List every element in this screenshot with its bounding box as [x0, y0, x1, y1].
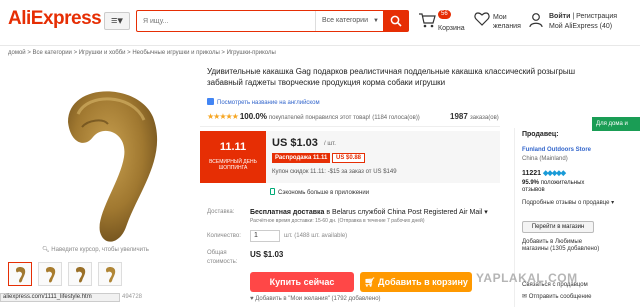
thumbnail-photo — [76, 267, 86, 283]
rating-stars-icon: ★★★★★ — [207, 112, 239, 121]
favorite-store-link[interactable]: Добавить в Любимые магазины (1305 добавл… — [522, 239, 608, 253]
delivery-estimate: Расчётное время доставки: 15-60 дн. (Отп… — [250, 218, 425, 224]
thumbnail-photo — [46, 267, 56, 283]
breadcrumb[interactable]: домой > Все категории > Игрушки и хобби … — [8, 50, 276, 56]
total-price: US $1.03 — [250, 250, 284, 259]
translate-label: Посмотреть название на английском — [217, 100, 320, 106]
phone-icon — [270, 188, 275, 195]
zoom-hint-text: Наведите курсор, чтобы увеличить — [51, 247, 149, 253]
add-to-cart-label: Добавить в корзину — [378, 277, 468, 287]
wishlist-label-2: желания — [493, 23, 521, 30]
chevron-down-icon: ▾ — [484, 209, 488, 216]
seller-score-value: 11221 — [522, 170, 542, 177]
magnifier-icon: 🔍︎ — [42, 247, 52, 253]
product-title: Удивительные какашка Gag подарков реалис… — [207, 67, 576, 87]
quantity-input[interactable]: 1 — [250, 230, 280, 242]
status-url-bar: aliexpress.com/1111_lifestyle.htm — [0, 293, 120, 302]
rating-row: ★★★★★ 100.0% покупателей понравился этот… — [207, 112, 420, 121]
cart-label: Корзина — [438, 25, 465, 32]
seller-name[interactable]: Funland Outdoors Store — [522, 147, 591, 153]
translate-link[interactable]: Посмотреть название на английском — [207, 98, 320, 106]
product-main-image[interactable] — [8, 62, 200, 252]
free-shipping-text: Бесплатная доставка — [250, 209, 325, 216]
promo-banner-title: 11.11 — [219, 141, 247, 153]
shipping-method[interactable]: Бесплатная доставка в Belarus службой Ch… — [250, 208, 488, 216]
thumbnail-photo — [106, 267, 116, 283]
aliexpress-logo[interactable]: AliExpress — [8, 8, 102, 30]
orders-number: 1987 — [450, 112, 468, 121]
seller-positive-pct: 95.9% — [522, 180, 540, 186]
chevron-down-icon: ▼ — [373, 18, 379, 24]
seller-positive: 95.9% положительных отзывов — [522, 180, 602, 194]
app-savings-label: Сэкономь больше в приложении — [278, 190, 370, 196]
search-icon — [390, 15, 402, 27]
seller-location: China (Mainland) — [522, 156, 568, 162]
product-price: US $1.03 — [272, 137, 318, 149]
seller-feedback-link[interactable]: Подробные отзывы о продавце ▾ — [522, 199, 614, 206]
thumbnail-2[interactable] — [38, 262, 62, 286]
send-message-link[interactable]: ✉ Отправить сообщение — [522, 293, 592, 300]
my-aliexpress-link[interactable]: Мой AliExpress (40) — [549, 23, 612, 30]
thumbnail-4[interactable] — [98, 262, 122, 286]
promo-banner[interactable]: 11.11 ВСЕМИРНЫЙ ДЕНЬ ШОППИНГА — [200, 131, 266, 183]
orders-count: 1987 заказа(ов) — [450, 112, 499, 121]
seller-feedback-label: Подробные отзывы о продавце — [522, 200, 610, 206]
shipping-label: Доставка: — [207, 209, 235, 215]
app-savings-link[interactable]: Сэкономь больше в приложении — [270, 188, 369, 196]
google-translate-icon — [207, 98, 214, 105]
orders-label: заказа(ов) — [470, 115, 499, 121]
thumbnail-3[interactable] — [68, 262, 92, 286]
cart-count-badge: 56 — [438, 10, 451, 19]
watermark: YAPLAKAL.COM — [476, 271, 578, 285]
shipping-destination: в Belarus службой China Post Registered … — [326, 209, 483, 216]
header-divider — [0, 45, 640, 46]
price-block: US $1.03 / шт. Распродажа 11.11 US $0.88… — [266, 131, 500, 183]
site-header: AliExpress ≡▾ Все категории ▼ Корзина 56… — [0, 0, 640, 44]
account-links: Войти | Регистрация Мой AliExpress (40) — [549, 12, 617, 32]
search-box: Все категории ▼ — [136, 10, 408, 32]
cart-icon — [419, 13, 436, 28]
thumbnail-photo — [16, 267, 26, 283]
search-button[interactable] — [383, 10, 409, 32]
seller-title: Продавец: — [522, 131, 559, 138]
add-to-wishlist-label: Добавить в "Мои желания" (1792 добавлено… — [255, 296, 381, 302]
visit-store-button[interactable]: Перейти в магазин — [522, 221, 594, 233]
divider-line — [200, 126, 500, 127]
wishlist-label-1: Мои — [493, 14, 507, 21]
discount-price: US $0.88 — [332, 153, 366, 163]
zoom-hint: 🔍︎ Наведите курсор, чтобы увеличить — [42, 246, 149, 253]
promo-banner-subtitle: ВСЕМИРНЫЙ ДЕНЬ ШОППИНГА — [209, 159, 257, 171]
search-category-label: Все категории — [322, 17, 368, 24]
search-category-select[interactable]: Все категории ▼ — [315, 11, 383, 31]
product-photo — [68, 91, 158, 242]
buy-now-button[interactable]: Купить сейчас — [250, 272, 354, 292]
sale-badge: Распродажа 11.11 — [272, 153, 331, 163]
side-category-tab[interactable]: Для дома и — [592, 117, 640, 131]
quantity-available: шт. (1488 шт. available) — [284, 233, 348, 239]
total-label: Общая стоимость: — [207, 250, 238, 265]
send-message-label: Отправить сообщение — [528, 294, 592, 300]
register-link[interactable]: Регистрация — [576, 13, 617, 20]
cart-icon: 🛒︎ — [364, 277, 379, 287]
user-icon — [529, 13, 543, 28]
category-menu-button[interactable]: ≡▾ — [104, 12, 130, 30]
price-unit: / шт. — [324, 141, 336, 147]
login-link[interactable]: Войти — [549, 13, 570, 20]
rating-percent: 100.0% — [239, 112, 267, 121]
heart-icon — [474, 12, 490, 26]
coupon-text[interactable]: Купон скидок 11.11: -$15 за заказ от US … — [272, 169, 397, 175]
seller-score: 11221 ◆◆◆◆◆ — [522, 169, 566, 177]
rating-text[interactable]: покупателей понравился этот товар! (1184… — [269, 115, 420, 121]
diamond-rank-icon: ◆◆◆◆◆ — [543, 170, 566, 177]
thumbnail-1[interactable] — [8, 262, 32, 286]
quantity-label: Количество: — [207, 233, 241, 239]
status-code: 494728 — [122, 294, 143, 300]
search-input[interactable] — [143, 14, 303, 28]
message-icon: ✉ — [522, 294, 529, 300]
add-to-wishlist-link[interactable]: ♥ Добавить в "Мои желания" (1792 добавле… — [250, 296, 381, 302]
add-to-cart-button[interactable]: 🛒︎ Добавить в корзину — [360, 272, 472, 292]
chevron-down-icon: ▾ — [611, 200, 615, 206]
